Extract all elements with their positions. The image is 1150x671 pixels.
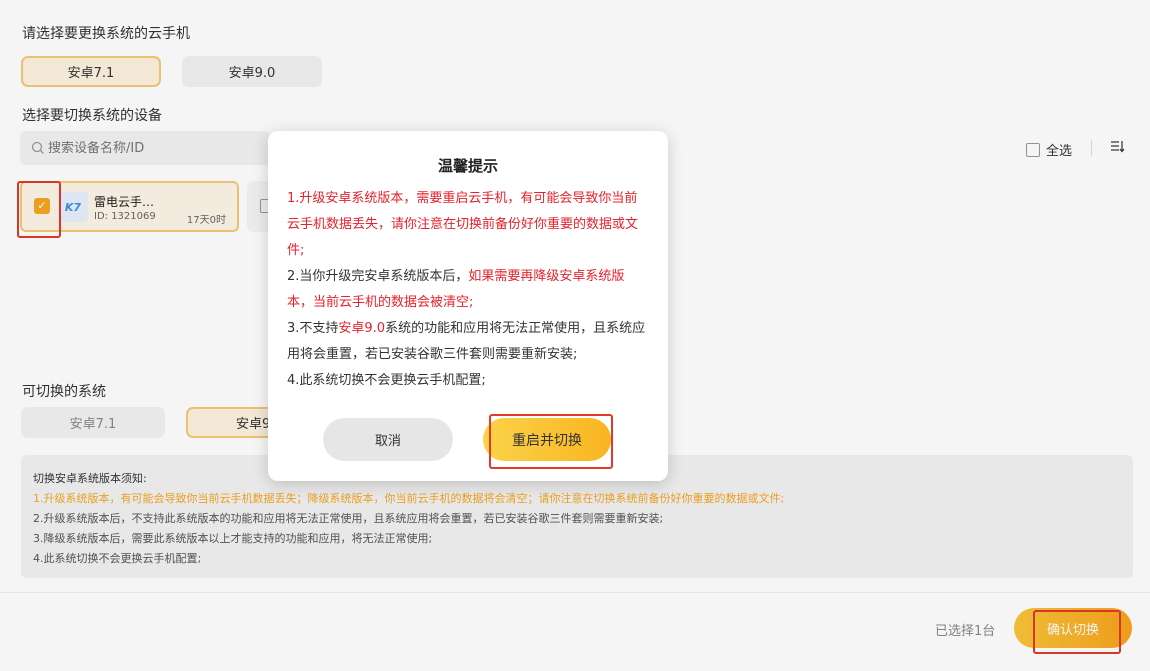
dialog-title: 温馨提示 xyxy=(437,157,498,175)
dialog-item-2: 2.当你升级完安卓系统版本后，如果需要再降级安卓系统版本，当前云手机的数据会被清… xyxy=(287,264,649,316)
highlight-restart-button xyxy=(489,414,613,469)
dialog-item-1: 1.升级安卓系统版本，需要重启云手机，有可能会导致你当前云手机数据丢失，请你注意… xyxy=(287,191,639,258)
dialog-item-4: 4.此系统切换不会更换云手机配置; xyxy=(287,373,486,388)
dialog-item-3: 3.不支持安卓9.0系统的功能和应用将无法正常使用，且系统应用将会重置，若已安装… xyxy=(287,316,649,368)
cancel-button[interactable]: 取消 xyxy=(323,418,453,461)
dialog-item-2-text: 2.当你升级完安卓系统版本后， xyxy=(287,269,469,284)
dialog-item-3-version: 安卓9.0 xyxy=(338,321,386,336)
dialog-body: 1.升级安卓系统版本，需要重启云手机，有可能会导致你当前云手机数据丢失，请你注意… xyxy=(287,186,649,394)
dialog-item-3-prefix: 3.不支持 xyxy=(287,321,339,336)
